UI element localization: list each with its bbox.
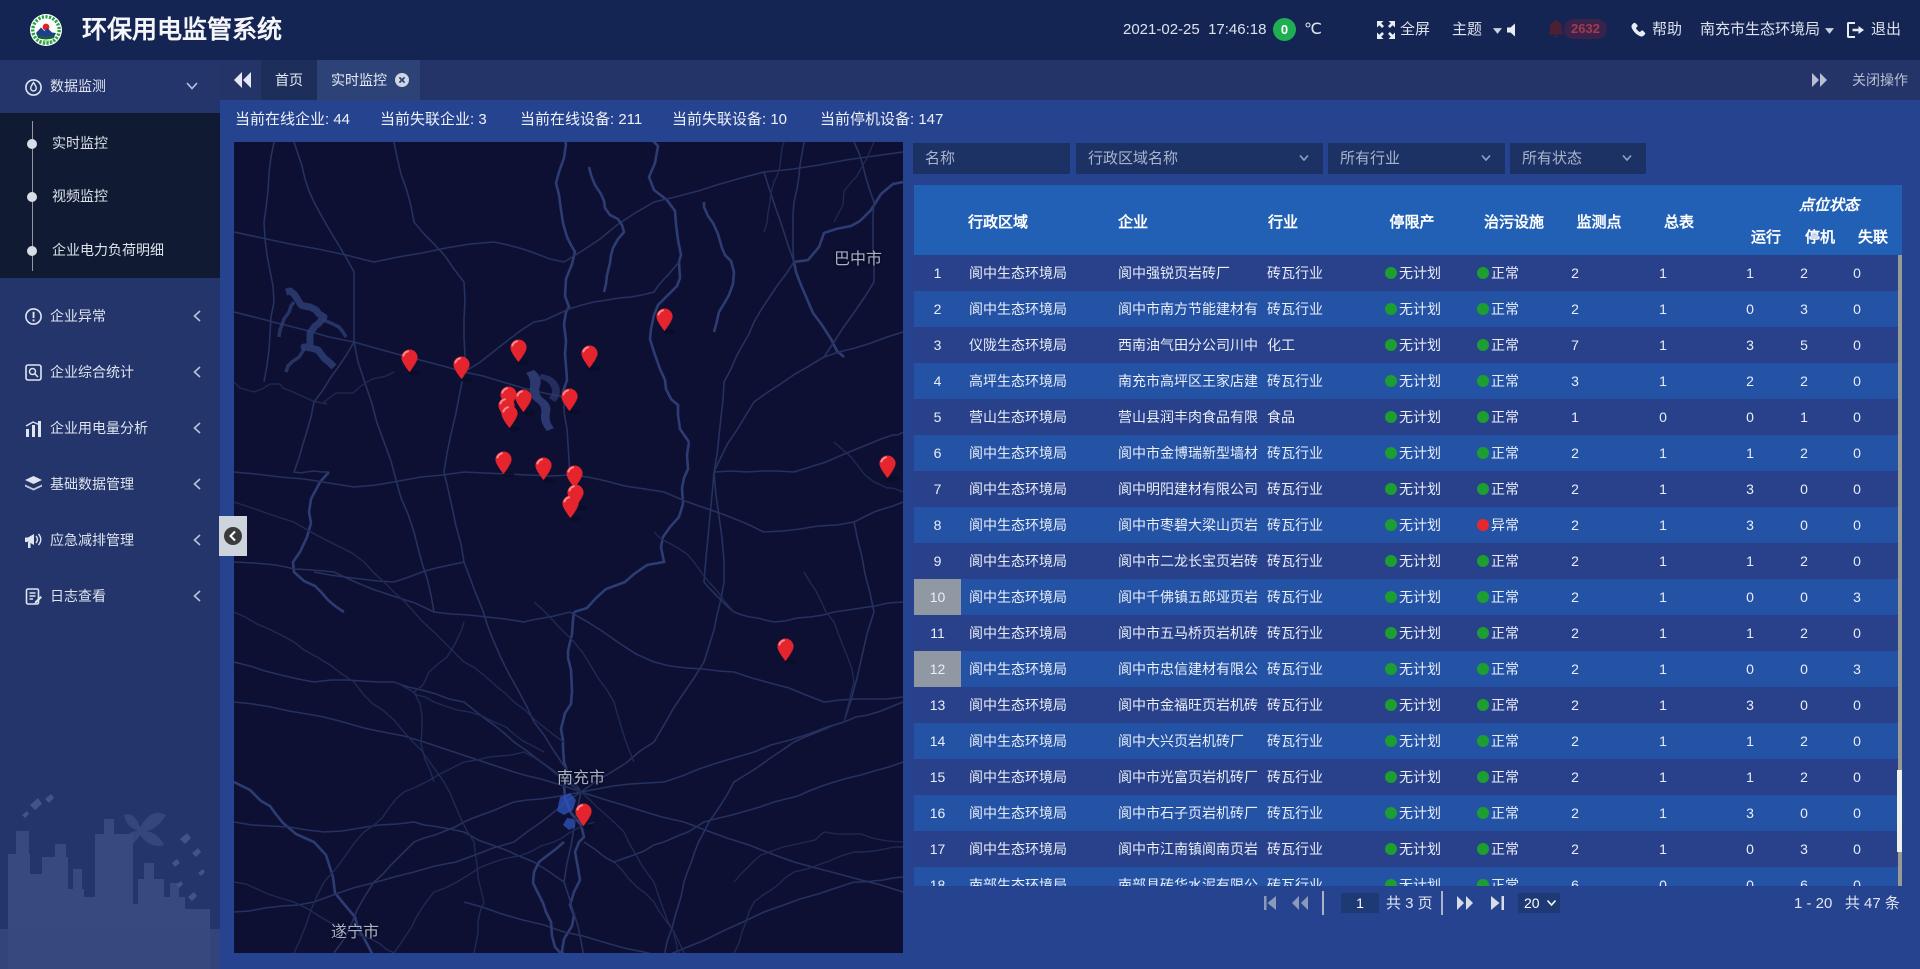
svg-text:环境保护: 环境保护 — [39, 39, 53, 44]
